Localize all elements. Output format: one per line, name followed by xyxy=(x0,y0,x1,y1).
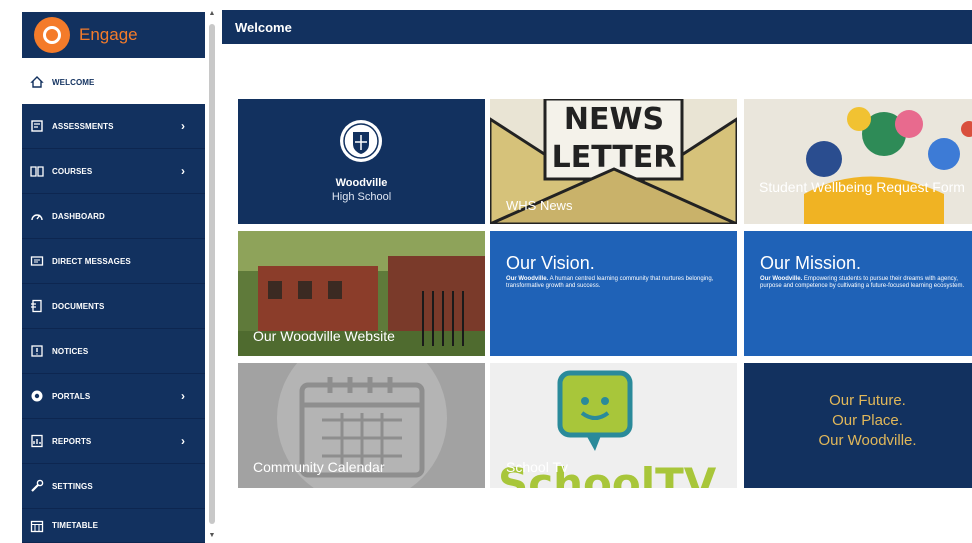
wrench-icon xyxy=(30,479,44,493)
sidebar-item-label: PORTALS xyxy=(52,391,91,401)
sidebar-item-label: REPORTS xyxy=(52,436,92,446)
documents-icon xyxy=(30,299,44,313)
book-icon xyxy=(30,164,44,178)
tile-our-woodville-website[interactable]: Our Woodville Website xyxy=(238,231,485,356)
tile-school-tv[interactable]: SchoolTV School Tv xyxy=(490,363,737,488)
sidebar-item-label: WELCOME xyxy=(52,77,95,87)
vision-text: Our Woodville. A human centred learning … xyxy=(506,276,716,290)
slogan-line: Our Place. xyxy=(832,412,903,429)
tile-grid: Woodville High School NEWS LETTER WHS Ne… xyxy=(238,99,972,488)
scroll-down-arrow-icon[interactable]: ▼ xyxy=(208,532,216,540)
sidebar-item-label: DIRECT MESSAGES xyxy=(52,256,131,266)
mission-heading: Our Mission. xyxy=(760,253,862,273)
sidebar-item-welcome[interactable]: WELCOME xyxy=(22,64,205,100)
sidebar-item-documents[interactable]: DOCUMENTS xyxy=(22,284,205,329)
scrollbar-thumb[interactable] xyxy=(209,24,215,524)
reports-icon xyxy=(30,434,44,448)
sidebar-item-timetable[interactable]: TIMETABLE xyxy=(22,509,205,543)
chevron-right-icon: › xyxy=(181,119,186,133)
slogan-line: Our Future. xyxy=(829,392,906,409)
gauge-icon xyxy=(30,209,44,223)
sidebar-item-portals[interactable]: PORTALS › xyxy=(22,374,205,419)
sidebar-item-label: ASSESSMENTS xyxy=(52,121,114,131)
wellbeing-illustration xyxy=(744,99,972,224)
vision-heading: Our Vision. xyxy=(506,253,595,273)
slogan: Our Future. Our Place. Our Woodville. xyxy=(744,391,972,451)
sidebar-item-label: TIMETABLE xyxy=(52,521,99,530)
tile-caption: Student Wellbeing Request Form xyxy=(759,179,965,195)
page-title: Welcome xyxy=(235,20,292,35)
school-name: Woodville xyxy=(335,177,388,189)
newsletter-art-line1: NEWS xyxy=(564,102,664,137)
sidebar-item-label: SETTINGS xyxy=(52,481,93,491)
sidebar-item-courses[interactable]: COURSES › xyxy=(22,149,205,194)
page-header: Welcome xyxy=(222,10,972,44)
tile-caption: School Tv xyxy=(506,459,568,475)
notice-icon xyxy=(30,344,44,358)
timetable-icon xyxy=(30,519,44,533)
tile-whs-news[interactable]: NEWS LETTER WHS News xyxy=(490,99,737,224)
tile-caption: Our Woodville Website xyxy=(253,328,395,344)
sidebar-item-reports[interactable]: REPORTS › xyxy=(22,419,205,464)
sidebar-item-label: DOCUMENTS xyxy=(52,301,105,311)
tile-caption: WHS News xyxy=(506,198,573,213)
sidebar-item-dashboard[interactable]: DASHBOARD xyxy=(22,194,205,239)
sidebar-item-direct-messages[interactable]: DIRECT MESSAGES xyxy=(22,239,205,284)
sidebar: Engage WELCOME ASSESSMENTS › COURSES › D… xyxy=(0,0,205,543)
vision-lead: Our Woodville. xyxy=(506,276,549,282)
tile-student-wellbeing-request-form[interactable]: Student Wellbeing Request Form xyxy=(744,99,972,224)
chevron-right-icon: › xyxy=(181,434,186,448)
chevron-right-icon: › xyxy=(181,389,186,403)
mission-lead: Our Woodville. xyxy=(760,276,803,282)
mission-text: Our Woodville. Empowering students to pu… xyxy=(760,276,970,290)
engage-logo-icon xyxy=(34,17,70,53)
tile-our-mission[interactable]: Our Mission. Our Woodville. Empowering s… xyxy=(744,231,972,356)
tile-our-vision[interactable]: Our Vision. Our Woodville. A human centr… xyxy=(490,231,737,356)
school-crest-icon xyxy=(340,120,382,162)
slogan-line: Our Woodville. xyxy=(818,432,917,449)
sidebar-item-label: COURSES xyxy=(52,166,93,176)
assessments-icon xyxy=(30,119,44,133)
tile-community-calendar[interactable]: Community Calendar xyxy=(238,363,485,488)
school-subtitle: High School xyxy=(331,191,392,203)
sidebar-item-assessments[interactable]: ASSESSMENTS › xyxy=(22,104,205,149)
scroll-up-arrow-icon[interactable]: ▲ xyxy=(208,10,216,18)
portal-icon xyxy=(30,389,44,403)
sidebar-item-label: NOTICES xyxy=(52,346,89,356)
chevron-right-icon: › xyxy=(181,164,186,178)
sidebar-item-notices[interactable]: NOTICES xyxy=(22,329,205,374)
message-icon xyxy=(30,254,44,268)
home-icon xyxy=(30,75,44,89)
brand-name: Engage xyxy=(79,25,138,44)
sidebar-item-settings[interactable]: SETTINGS xyxy=(22,464,205,509)
brand-bar[interactable]: Engage xyxy=(22,12,205,58)
sidebar-item-label: DASHBOARD xyxy=(52,211,105,221)
sidebar-scrollbar[interactable]: ▲ ▼ xyxy=(207,10,217,540)
tile-woodville-high-school[interactable]: Woodville High School xyxy=(238,99,485,224)
tile-our-future[interactable]: Our Future. Our Place. Our Woodville. xyxy=(744,363,972,488)
tile-caption: Community Calendar xyxy=(253,459,385,475)
